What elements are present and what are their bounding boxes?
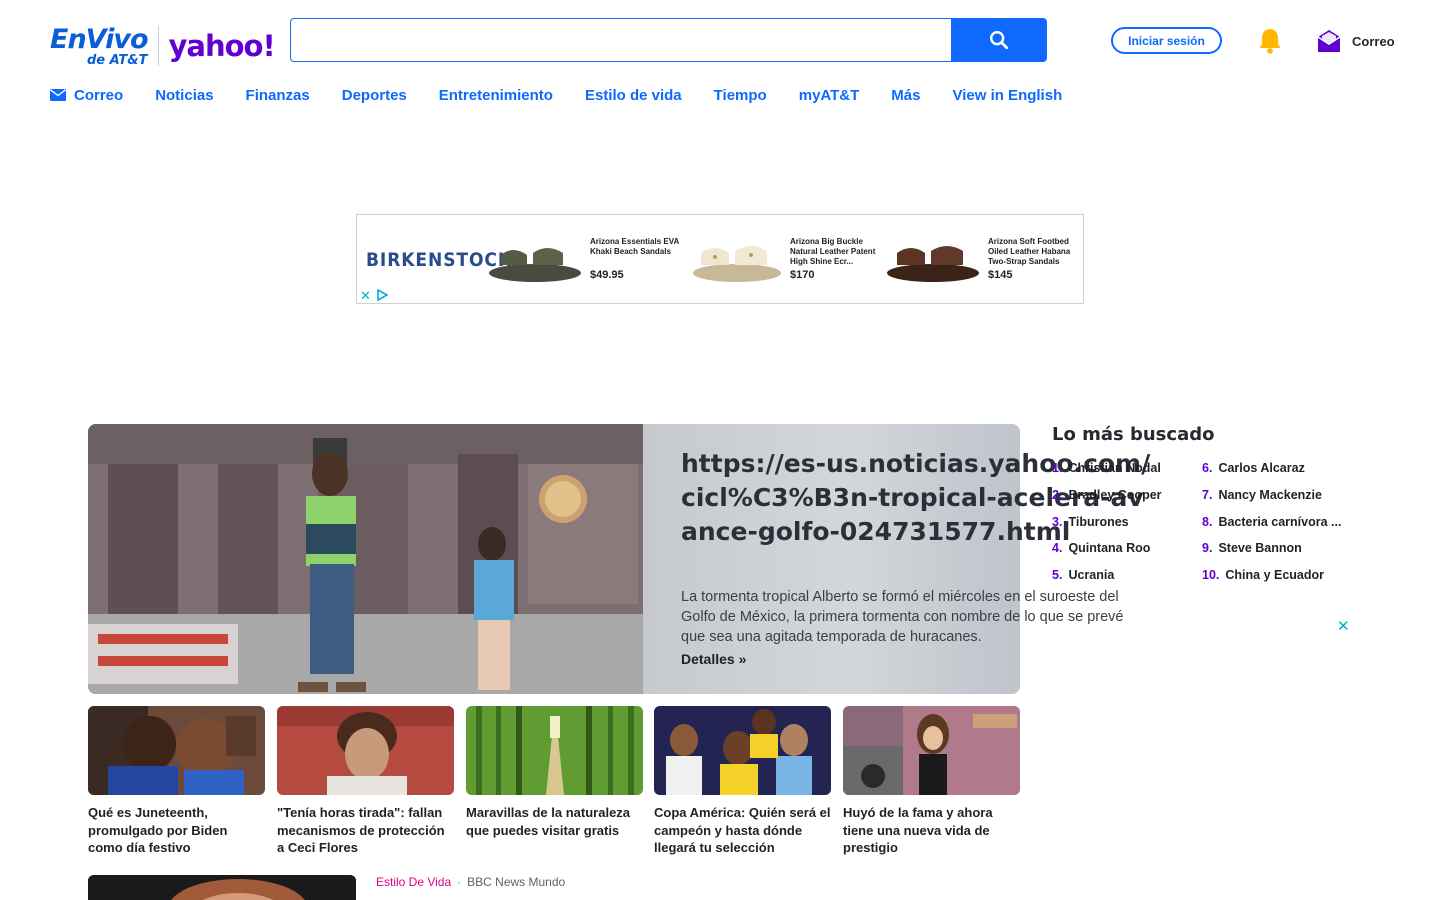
nav-item-noticias[interactable]: Noticias [155, 87, 213, 104]
ad-product-price: $170 [790, 269, 815, 281]
hero-description: La tormenta tropical Alberto se formó el… [681, 589, 1124, 645]
ad-product-name: Arizona Essentials EVA Khaki Beach Sanda… [590, 237, 679, 256]
story-thumbnail [466, 706, 643, 795]
trending-rank: 1. [1052, 461, 1063, 475]
trending-rank: 6. [1202, 461, 1213, 475]
hero-image [88, 424, 643, 694]
sandal-image [489, 248, 581, 282]
article-thumbnail[interactable] [88, 875, 356, 900]
trending-item[interactable]: 6. Carlos Alcaraz [1202, 461, 1305, 475]
mail-link[interactable]: Correo [1316, 27, 1395, 55]
story-card[interactable]: Maravillas de la naturaleza que puedes v… [466, 706, 643, 839]
trending-item[interactable]: 7. Nancy Mackenzie [1202, 488, 1322, 502]
trending-label: Bacteria carnívora ... [1218, 515, 1342, 529]
ad-banner[interactable]: BIRKENSTOCK Arizona Essentials EVA Khaki… [356, 214, 1084, 304]
nav-item-deportes[interactable]: Deportes [342, 87, 407, 104]
trending-item[interactable]: 9. Steve Bannon [1202, 541, 1302, 555]
main-nav: Correo Noticias Finanzas Deportes Entret… [50, 84, 1094, 106]
search-button[interactable] [951, 18, 1047, 62]
story-title: Qué es Juneteenth, promulgado por Biden … [88, 805, 228, 855]
yahoo-logo-text: yahoo! [168, 29, 276, 63]
article-source: BBC News Mundo [467, 875, 566, 889]
mail-label: Correo [1352, 33, 1395, 49]
story-thumbnail [654, 706, 831, 795]
trending-rank: 4. [1052, 541, 1063, 555]
story-title: Maravillas de la naturaleza que puedes v… [466, 805, 631, 838]
ad-product[interactable]: Arizona Essentials EVA Khaki Beach Sanda… [487, 215, 687, 303]
story-card[interactable]: "Tenía horas tirada": fallan mecanismos … [277, 706, 454, 857]
trending-item[interactable]: 4. Quintana Roo [1052, 541, 1150, 555]
story-title: Copa América: Quién será el campeón y ha… [654, 805, 831, 855]
trending-item[interactable]: 5. Ucrania [1052, 568, 1114, 582]
mail-icon [50, 89, 66, 101]
hero-details-link[interactable]: Detalles » [681, 651, 746, 667]
envivo-logo-text: EnVivo [50, 23, 148, 55]
story-thumbnail [843, 706, 1020, 795]
trending-rank: 5. [1052, 568, 1063, 582]
nav-item-correo[interactable]: Correo [50, 87, 123, 104]
mail-icon [1317, 30, 1341, 52]
ad-close-icon[interactable]: ✕ [360, 289, 371, 304]
notifications-bell-icon[interactable] [1255, 26, 1285, 56]
trending-label: Tiburones [1068, 515, 1129, 529]
meta-separator: · [457, 875, 462, 889]
trending-item[interactable]: 2. Bradley Cooper [1052, 488, 1162, 502]
story-thumbnail [88, 706, 265, 795]
trending-label: Quintana Roo [1068, 541, 1151, 555]
trending-label: Steve Bannon [1218, 541, 1302, 555]
nav-item-label: Correo [74, 86, 124, 104]
trending-item[interactable]: 10. China y Ecuador [1202, 568, 1324, 582]
trending-label: Nancy Mackenzie [1218, 488, 1322, 502]
nav-item-estilo-de-vida[interactable]: Estilo de vida [585, 87, 682, 104]
trending-rank: 3. [1052, 515, 1063, 529]
nav-item-tiempo[interactable]: Tiempo [714, 87, 767, 104]
att-logo-text: de AT&T [86, 52, 148, 68]
trending-item[interactable]: 1. Christian Nodal [1052, 461, 1161, 475]
sandal-image [693, 246, 781, 282]
trending-rank: 10. [1202, 568, 1220, 582]
trending-item[interactable]: 3. Tiburones [1052, 515, 1129, 529]
trending-label: Bradley Cooper [1068, 488, 1162, 502]
trending-label: Ucrania [1068, 568, 1115, 582]
ad-product[interactable]: Arizona Soft Footbed Oiled Leather Haban… [885, 215, 1085, 303]
envivo-logo: EnVivo de AT&T [50, 26, 148, 67]
trending-rank: 7. [1202, 488, 1213, 502]
nav-item-entretenimiento[interactable]: Entretenimiento [439, 87, 553, 104]
ad-product-price: $49.95 [590, 269, 624, 281]
site-logo[interactable]: EnVivo de AT&T yahoo! [50, 24, 276, 68]
story-card[interactable]: Copa América: Quién será el campeón y ha… [654, 706, 831, 857]
trending-rank: 2. [1052, 488, 1063, 502]
ad-product-name: Arizona Big Buckle Natural Leather Paten… [790, 237, 876, 266]
story-title: "Tenía horas tirada": fallan mecanismos … [277, 805, 445, 855]
adchoices-icon[interactable] [376, 289, 388, 301]
article-category[interactable]: Estilo De Vida [376, 875, 451, 889]
search-icon [990, 31, 1009, 50]
trending-rank: 8. [1202, 515, 1213, 529]
sandal-image [887, 246, 979, 282]
story-thumbnail [277, 706, 454, 795]
ad-close-icon[interactable]: ✕ [1337, 617, 1350, 635]
trending-item[interactable]: 8. Bacteria carnívora ... [1202, 515, 1341, 529]
search-bar [290, 18, 1047, 62]
nav-item-myatt[interactable]: myAT&T [799, 87, 860, 104]
trending-label: Carlos Alcaraz [1218, 461, 1305, 475]
search-input[interactable] [290, 18, 951, 62]
logo-divider [157, 26, 159, 66]
article-meta: Estilo De Vida · BBC News Mundo [376, 875, 565, 889]
trending-title: Lo más buscado [1052, 424, 1215, 445]
story-title: Huyó de la fama y ahora tiene una nueva … [843, 805, 993, 855]
ad-product-price: $145 [988, 269, 1013, 281]
story-card[interactable]: Qué es Juneteenth, promulgado por Biden … [88, 706, 265, 857]
signin-button[interactable]: Iniciar sesión [1111, 27, 1222, 54]
nav-item-view-in-english[interactable]: View in English [952, 87, 1062, 104]
trending-label: China y Ecuador [1225, 568, 1325, 582]
trending-rank: 9. [1202, 541, 1213, 555]
nav-item-mas[interactable]: Más [891, 87, 920, 104]
ad-product[interactable]: Arizona Big Buckle Natural Leather Paten… [689, 215, 889, 303]
nav-item-finanzas[interactable]: Finanzas [246, 87, 310, 104]
trending-label: Christian Nodal [1068, 461, 1161, 475]
ad-product-name: Arizona Soft Footbed Oiled Leather Haban… [988, 237, 1071, 266]
story-card[interactable]: Huyó de la fama y ahora tiene una nueva … [843, 706, 1020, 857]
trending-list: 1. Christian Nodal 2. Bradley Cooper 3. Tib… [1052, 459, 1352, 595]
